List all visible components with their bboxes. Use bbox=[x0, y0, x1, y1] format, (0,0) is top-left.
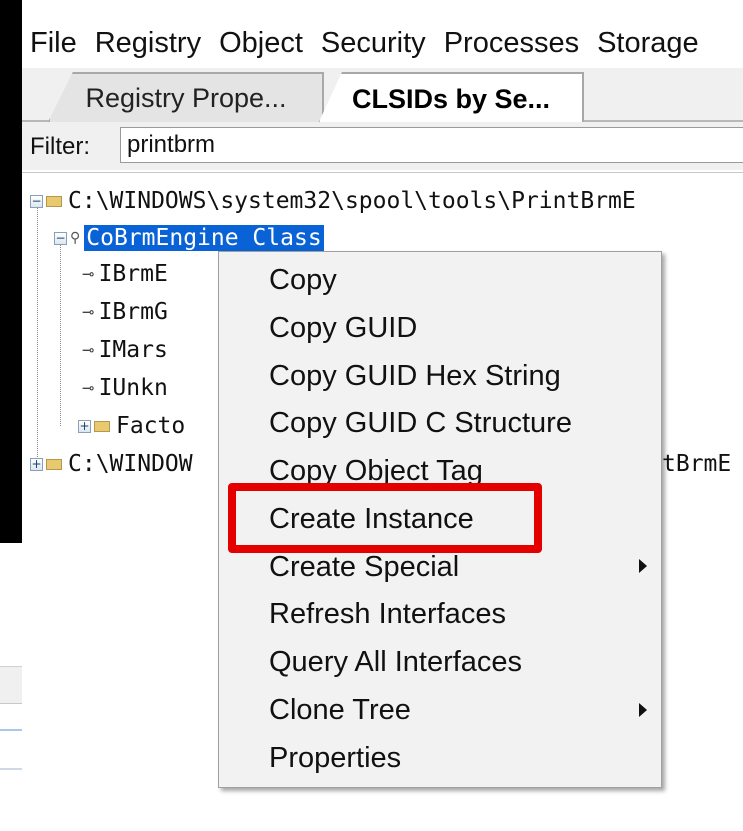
tab-strip: Registry Prope... CLSIDs by Se... bbox=[22, 68, 743, 124]
filter-input[interactable] bbox=[120, 127, 743, 163]
menu-item-copy[interactable]: Copy bbox=[269, 257, 337, 303]
tree-node-label: IMars bbox=[98, 337, 168, 363]
tree-node-root2[interactable]: + C:\WINDOW bbox=[30, 449, 193, 479]
menu-item-label: Refresh Interfaces bbox=[269, 597, 506, 630]
tree-node-factory[interactable]: + Facto bbox=[78, 411, 185, 441]
tree-node-label: C:\WINDOW bbox=[68, 451, 193, 477]
tree-node-label-tail: tBrmE bbox=[662, 451, 732, 477]
tree-node-label: C:\WINDOWS\system32\spool\tools\PrintBrm… bbox=[68, 188, 636, 214]
tree-node-interface[interactable]: ⊸ IUnkn bbox=[82, 373, 168, 403]
menu-storage[interactable]: Storage bbox=[597, 27, 699, 60]
submenu-arrow-icon bbox=[639, 559, 647, 573]
collapse-icon[interactable]: − bbox=[54, 231, 67, 245]
tree-node-root1[interactable]: − C:\WINDOWS\system32\spool\tools\PrintB… bbox=[30, 186, 636, 216]
menu-item-label: Copy GUID C Structure bbox=[269, 406, 572, 439]
menu-item-properties[interactable]: Properties bbox=[269, 735, 401, 781]
menu-item-refresh-interfaces[interactable]: Refresh Interfaces bbox=[269, 591, 506, 637]
class-icon: ⚲ bbox=[70, 230, 81, 246]
menu-item-label: Query All Interfaces bbox=[269, 645, 523, 678]
background-window-line bbox=[0, 768, 22, 770]
tree-node-label: CoBrmEngine Class bbox=[84, 225, 324, 251]
expand-icon[interactable]: + bbox=[78, 419, 91, 433]
menu-item-label: Copy GUID Hex String bbox=[269, 359, 561, 392]
expand-icon[interactable]: + bbox=[30, 457, 43, 471]
menu-item-label: Properties bbox=[269, 741, 402, 774]
folder-icon bbox=[46, 195, 62, 207]
interface-icon: ⊸ bbox=[82, 379, 95, 397]
tab-registry-properties[interactable]: Registry Prope... bbox=[48, 72, 324, 122]
tree-node-label: IBrmE bbox=[98, 261, 168, 287]
interface-icon: ⊸ bbox=[82, 265, 95, 283]
menu-registry[interactable]: Registry bbox=[95, 27, 201, 60]
menu-file[interactable]: File bbox=[30, 27, 77, 60]
tree-node-label: IUnkn bbox=[98, 375, 168, 401]
background-window-band bbox=[0, 666, 22, 704]
interface-icon: ⊸ bbox=[82, 303, 95, 321]
highlight-box bbox=[228, 483, 542, 553]
filter-bar: Filter: bbox=[22, 122, 743, 170]
menu-bar: File Registry Object Security Processes … bbox=[22, 18, 743, 68]
tree-node-interface[interactable]: ⊸ IBrmE bbox=[82, 259, 168, 289]
menu-item-copy-guid[interactable]: Copy GUID bbox=[269, 305, 417, 351]
tree-node-label: Facto bbox=[116, 413, 186, 439]
menu-item-label: Copy bbox=[269, 263, 337, 296]
interface-icon: ⊸ bbox=[82, 341, 95, 359]
menu-item-copy-guid-hex-string[interactable]: Copy GUID Hex String bbox=[269, 353, 561, 399]
folder-icon bbox=[94, 420, 110, 432]
menu-item-label: Create Special bbox=[269, 550, 460, 583]
submenu-arrow-icon bbox=[639, 703, 647, 717]
folder-icon bbox=[46, 458, 62, 470]
tree-node-root2-tail: tBrmE bbox=[662, 449, 731, 479]
menu-item-label: Copy GUID bbox=[269, 311, 418, 344]
tab-clsids-by-server[interactable]: CLSIDs by Se... bbox=[318, 72, 584, 124]
background-window-line bbox=[0, 729, 22, 731]
menu-security[interactable]: Security bbox=[321, 27, 426, 60]
tree-connector bbox=[60, 238, 61, 426]
tree-node-interface[interactable]: ⊸ IMars bbox=[82, 335, 168, 365]
menu-item-label: Clone Tree bbox=[269, 693, 411, 726]
tree-connector bbox=[37, 197, 38, 463]
menu-object[interactable]: Object bbox=[219, 27, 303, 60]
background-window bbox=[0, 543, 22, 831]
menu-processes[interactable]: Processes bbox=[444, 27, 579, 60]
menu-item-clone-tree[interactable]: Clone Tree bbox=[269, 687, 411, 733]
collapse-icon[interactable]: − bbox=[30, 194, 43, 208]
filter-label: Filter: bbox=[30, 133, 90, 160]
tree-node-label: IBrmG bbox=[98, 299, 168, 325]
tree-node-class[interactable]: − ⚲ CoBrmEngine Class bbox=[54, 223, 324, 253]
tree-node-interface[interactable]: ⊸ IBrmG bbox=[82, 297, 168, 327]
menu-item-query-all-interfaces[interactable]: Query All Interfaces bbox=[269, 639, 522, 685]
menu-item-copy-guid-c-structure[interactable]: Copy GUID C Structure bbox=[269, 400, 572, 446]
